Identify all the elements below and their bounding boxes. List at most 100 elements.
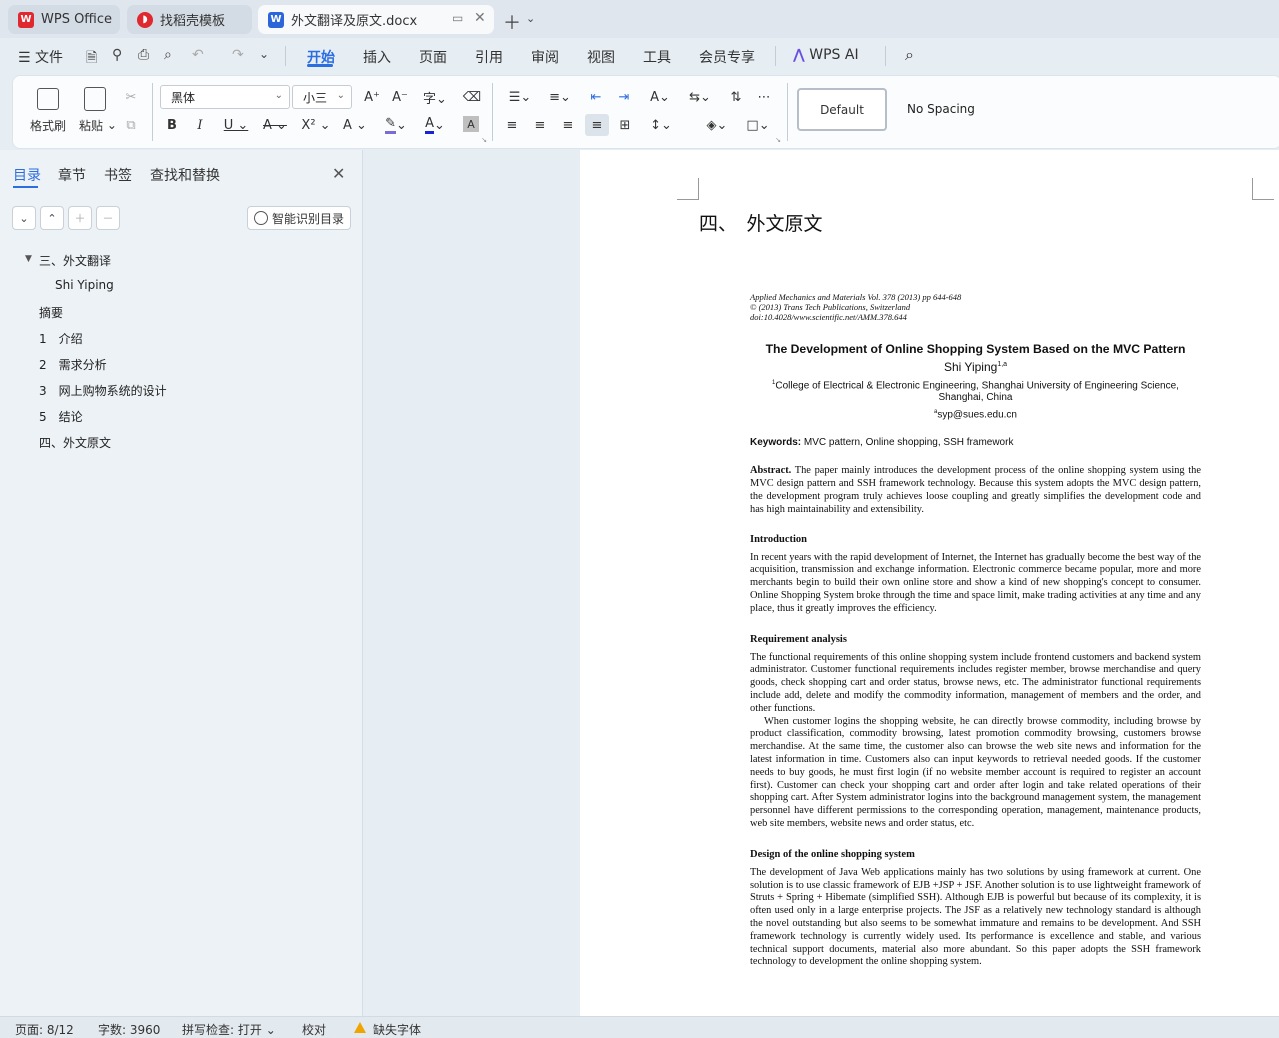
undo-icon[interactable]: ↶ <box>192 47 204 63</box>
distribute-icon[interactable]: ⊞ <box>615 115 635 135</box>
page-indicator[interactable]: 页面: 8/12 <box>15 1021 74 1038</box>
align-right-icon[interactable]: ≡ <box>558 115 578 135</box>
superscript-icon[interactable]: X² ⌄ <box>301 115 331 135</box>
font-color-icon[interactable]: A ⌄ <box>420 115 450 135</box>
wps-logo-icon: W <box>18 11 34 28</box>
redo-icon[interactable]: ↷ <box>232 47 244 63</box>
tab-wps-office[interactable]: W WPS Office <box>8 5 120 34</box>
collapse-all-button[interactable]: ⌃ <box>40 206 64 230</box>
underline-icon[interactable]: U ⌄ <box>221 115 251 135</box>
menu-references[interactable]: 引用 <box>475 47 503 67</box>
show-marks-icon[interactable]: ⋯ <box>754 87 774 107</box>
paper-section-title: Design of the online shopping system <box>750 848 915 860</box>
bullet-list-icon[interactable]: ☰⌄ <box>505 87 535 107</box>
menu-tools[interactable]: 工具 <box>643 47 671 67</box>
shading-icon[interactable]: ◈⌄ <box>701 115 733 135</box>
toc-item[interactable]: 1 介绍 <box>39 330 83 347</box>
tab-docer-templates[interactable]: ◗ 找稻壳模板 <box>127 5 252 34</box>
menu-review[interactable]: 审阅 <box>531 47 559 67</box>
line-spacing-icon[interactable]: ↕⌄ <box>645 115 677 135</box>
close-icon[interactable]: ✕ <box>332 164 345 183</box>
menu-member[interactable]: 会员专享 <box>699 47 755 67</box>
file-menu[interactable]: ☰ 文件 <box>18 47 63 67</box>
nav-tab-find-replace[interactable]: 查找和替换 <box>150 165 220 185</box>
highlight-icon[interactable]: ✎ ⌄ <box>381 115 411 135</box>
menu-page[interactable]: 页面 <box>419 47 447 67</box>
word-count[interactable]: 字数: 3960 <box>98 1021 160 1038</box>
paragraph-dialog-launcher-icon[interactable]: ↘ <box>774 136 782 144</box>
paper-email: syp@sues.edu.cn <box>937 409 1017 421</box>
save-icon[interactable]: 🗎 <box>86 47 97 71</box>
grow-font-icon[interactable]: A⁺ <box>362 87 382 107</box>
align-center-icon[interactable]: ≡ <box>530 115 550 135</box>
borders-icon[interactable]: □⌄ <box>742 115 774 135</box>
chinese-layout-icon[interactable]: A⌄ <box>644 87 676 107</box>
paste-button[interactable]: 粘贴 ⌄ <box>74 116 122 134</box>
toc-item[interactable]: Shi Yiping <box>55 278 114 292</box>
cut-icon[interactable]: ✂ <box>122 88 140 106</box>
tab-document[interactable]: W 外文翻译及原文.docx ▭ ✕ <box>258 5 494 34</box>
proofread-button[interactable]: 校对 <box>302 1021 326 1038</box>
expand-all-button[interactable]: ⌄ <box>12 206 36 230</box>
style-default[interactable]: Default <box>797 88 887 131</box>
close-tab-icon[interactable]: ✕ <box>474 10 486 26</box>
decrease-indent-icon[interactable]: ⇤ <box>586 87 606 107</box>
char-shading-icon[interactable]: A <box>463 116 479 132</box>
shrink-font-icon[interactable]: A⁻ <box>390 87 410 107</box>
print-icon[interactable]: ⎙ <box>138 47 149 63</box>
print-preview-icon[interactable]: ⌕ <box>164 47 172 63</box>
quick-access-more-icon[interactable]: ⌄ <box>259 47 269 61</box>
bold-icon[interactable]: B <box>163 115 181 135</box>
toc-item[interactable]: 2 需求分析 <box>39 356 107 373</box>
font-dialog-launcher-icon[interactable]: ↘ <box>480 136 488 144</box>
font-name-select[interactable]: 黑体 ⌄ <box>160 85 290 109</box>
promote-heading-button[interactable]: ＋ <box>68 206 92 230</box>
toc-item[interactable]: 3 网上购物系统的设计 <box>39 382 167 399</box>
new-tab-icon[interactable]: ＋ <box>503 9 521 35</box>
nav-tab-sections[interactable]: 章节 <box>58 165 86 185</box>
chevron-down-icon: ⌄ <box>19 211 29 225</box>
copy-icon[interactable]: ⧉ <box>122 116 140 134</box>
text-direction-icon[interactable]: ⇆⌄ <box>684 87 716 107</box>
demote-heading-button[interactable]: － <box>96 206 120 230</box>
spell-check-toggle[interactable]: 拼写检查: 打开 ⌄ <box>182 1021 276 1038</box>
paper-meta: doi:10.4028/www.scientific.net/AMM.378.6… <box>750 312 907 322</box>
nav-tab-toc[interactable]: 目录 <box>13 165 41 185</box>
paper-author: Shi Yiping <box>943 360 998 374</box>
smart-toc-icon <box>254 211 268 225</box>
chevron-down-icon[interactable]: ⌄ <box>526 12 535 25</box>
window-mode-icon[interactable]: ▭ <box>452 11 463 25</box>
toc-item[interactable]: 5 结论 <box>39 408 83 425</box>
menu-insert[interactable]: 插入 <box>363 47 391 67</box>
missing-font-button[interactable]: 缺失字体 <box>373 1021 421 1038</box>
sort-icon[interactable]: ⇅ <box>726 87 746 107</box>
plus-icon: ＋ <box>74 212 86 225</box>
format-painter-button[interactable]: 格式刷 <box>24 116 72 134</box>
brush-icon[interactable]: ⚲ <box>112 47 122 63</box>
toc-item[interactable]: 四、外文原文 <box>39 434 111 451</box>
search-icon[interactable]: ⌕ <box>905 45 914 65</box>
align-left-icon[interactable]: ≡ <box>502 115 522 135</box>
style-no-spacing[interactable]: No Spacing <box>907 102 975 116</box>
numbered-list-icon[interactable]: ≡⌄ <box>545 87 575 107</box>
toc-item[interactable]: 三、外文翻译 <box>39 252 111 269</box>
toc-item[interactable]: 摘要 <box>39 304 63 321</box>
paper-meta: Applied Mechanics and Materials Vol. 378… <box>750 292 962 302</box>
justify-icon[interactable]: ≡ <box>585 114 609 136</box>
strikethrough-icon[interactable]: A ⌄ <box>260 115 290 135</box>
clear-format-icon[interactable]: ⌫ <box>462 87 482 107</box>
paper-keywords-label: Keywords: <box>750 436 802 448</box>
paper-paragraph: In recent years with the rapid developme… <box>750 551 1201 614</box>
italic-icon[interactable]: I <box>191 115 209 135</box>
menu-view[interactable]: 视图 <box>587 47 615 67</box>
caret-down-icon[interactable]: ▼ <box>25 254 32 264</box>
text-effect-icon[interactable]: A ⌄ <box>340 115 370 135</box>
wps-ai-button[interactable]: ⋀ WPS AI <box>793 47 859 63</box>
nav-tab-bookmarks[interactable]: 书签 <box>104 165 132 185</box>
smart-toc-button[interactable]: 智能识别目录 <box>247 206 351 230</box>
chevron-up-icon: ⌃ <box>47 211 57 225</box>
phonetic-guide-icon[interactable]: 字⌄ <box>420 87 450 107</box>
chevron-down-icon: ⌄ <box>274 90 283 101</box>
font-size-select[interactable]: 小三 ⌄ <box>292 85 352 109</box>
increase-indent-icon[interactable]: ⇥ <box>614 87 634 107</box>
